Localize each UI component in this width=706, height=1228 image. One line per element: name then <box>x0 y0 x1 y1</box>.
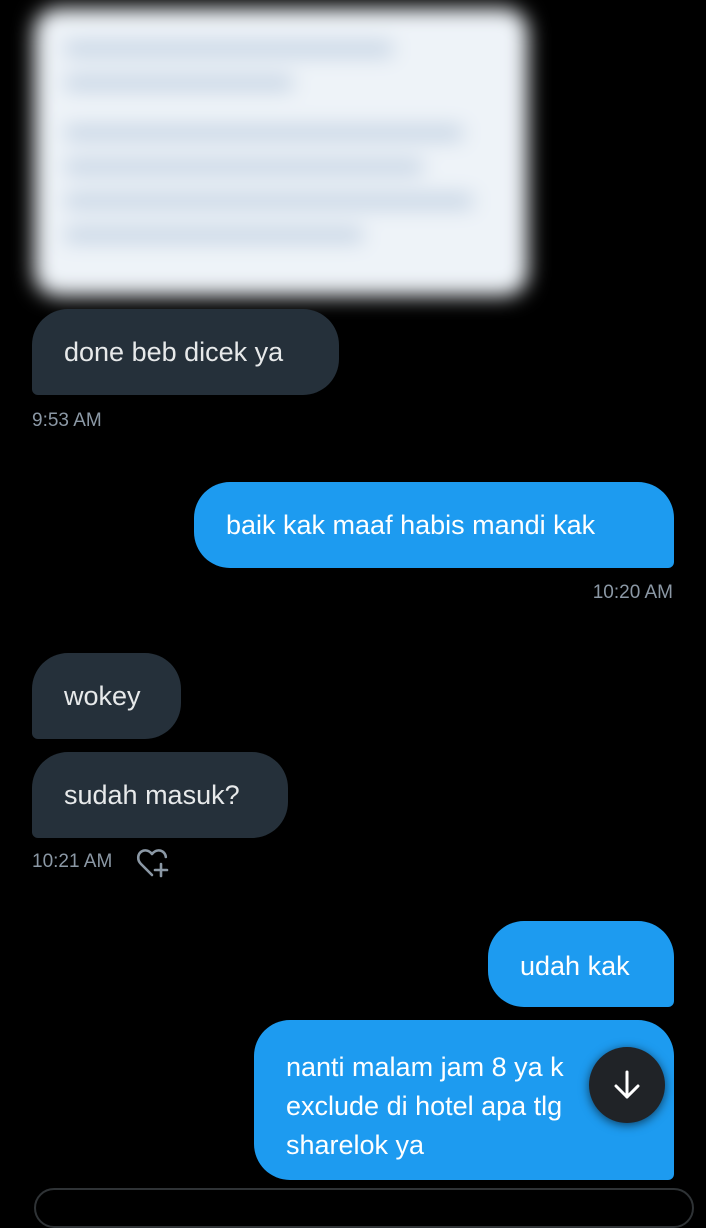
message-bubble-incoming[interactable]: done beb dicek ya <box>32 309 339 395</box>
blur-line <box>64 126 464 140</box>
message-timestamp: 10:20 AM <box>592 582 673 603</box>
scroll-to-bottom-button[interactable] <box>589 1047 665 1123</box>
blur-line <box>64 42 394 56</box>
message-text: sudah masuk? <box>64 780 240 810</box>
message-timestamp: 9:53 AM <box>32 410 102 431</box>
message-bubble-incoming[interactable]: wokey <box>32 653 181 739</box>
blurred-media-attachment[interactable] <box>34 8 528 296</box>
message-text: wokey <box>64 681 141 711</box>
blur-line <box>64 76 294 90</box>
message-text: udah kak <box>520 951 630 981</box>
message-bubble-outgoing[interactable]: baik kak maaf habis mandi kak <box>194 482 674 568</box>
message-text-line: sharelok ya <box>286 1130 425 1160</box>
message-timestamp: 10:21 AM <box>32 851 113 872</box>
blur-line <box>64 194 474 208</box>
blur-line <box>64 160 424 174</box>
message-text: done beb dicek ya <box>64 337 284 367</box>
message-bubble-incoming[interactable]: sudah masuk? <box>32 752 288 838</box>
heart-plus-icon[interactable] <box>136 848 170 878</box>
arrow-down-icon <box>614 1070 640 1099</box>
message-composer[interactable] <box>34 1188 694 1228</box>
message-text: baik kak maaf habis mandi kak <box>226 510 596 540</box>
blur-line <box>64 228 364 242</box>
message-bubble-outgoing[interactable]: udah kak <box>488 921 674 1007</box>
